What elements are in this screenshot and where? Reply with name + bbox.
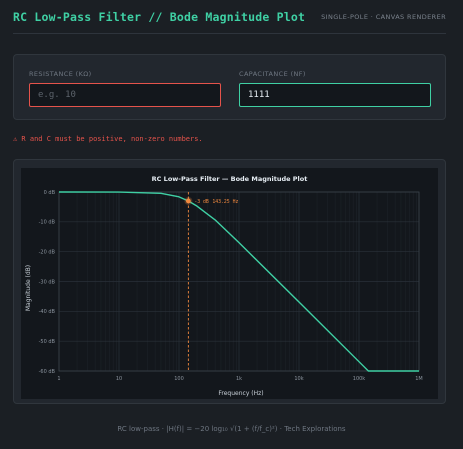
- x-tick-label: 10: [116, 376, 122, 382]
- y-tick-label: -30 dB: [39, 279, 56, 285]
- x-tick-label: 1: [57, 376, 60, 382]
- cutoff-point: [185, 198, 191, 204]
- y-tick-label: -40 dB: [39, 309, 56, 315]
- y-tick-label: -20 dB: [39, 249, 56, 255]
- bode-plot-canvas: RC Low-Pass Filter — Bode Magnitude Plot…: [21, 168, 438, 399]
- app-header: RC Low-Pass Filter // Bode Magnitude Plo…: [13, 10, 446, 34]
- y-tick-label: -50 dB: [39, 339, 56, 345]
- capacitance-input[interactable]: [239, 83, 431, 107]
- y-tick-label: -60 dB: [39, 369, 56, 375]
- x-tick-label: 1k: [236, 376, 242, 382]
- cutoff-db-label: -3 dB: [194, 199, 209, 205]
- x-axis-label: Frequency (Hz): [218, 390, 263, 397]
- app-title: RC Low-Pass Filter // Bode Magnitude Plo…: [13, 10, 306, 24]
- y-tick-label: 0 dB: [44, 190, 56, 196]
- chart-grid: [58, 191, 420, 372]
- resistance-input[interactable]: [29, 83, 221, 107]
- y-tick-label: -10 dB: [39, 220, 56, 226]
- validation-error-message: ⚠ R and C must be positive, non-zero num…: [13, 135, 203, 143]
- input-panel: RESISTANCE (KΩ) CAPACITANCE (NF): [13, 54, 446, 120]
- x-tick-label: 100k: [353, 376, 366, 382]
- chart-panel: RC Low-Pass Filter — Bode Magnitude Plot…: [13, 159, 446, 404]
- app-subtitle: SINGLE-POLE · CANVAS RENDERER: [321, 13, 446, 21]
- chart-axes: 1 10 100 1k 10k 100k 1M 0 dB -10 dB -20 dB -30 dB -…: [39, 190, 423, 382]
- cutoff-hz-label: 143.25 Hz: [212, 199, 238, 205]
- x-tick-label: 100: [174, 376, 184, 382]
- chart-title: RC Low-Pass Filter — Bode Magnitude Plot: [152, 175, 308, 183]
- x-tick-label: 1M: [415, 376, 423, 382]
- capacitance-label: CAPACITANCE (NF): [239, 70, 306, 78]
- x-tick-label: 10k: [294, 376, 303, 382]
- resistance-label: RESISTANCE (KΩ): [29, 70, 92, 78]
- bode-plot-svg: RC Low-Pass Filter — Bode Magnitude Plot…: [25, 175, 423, 397]
- y-axis-label: Magnitude (dB): [25, 265, 32, 311]
- footer-formula: RC low-pass · |H(f)| = −20 log₁₀ √(1 + (…: [117, 425, 346, 433]
